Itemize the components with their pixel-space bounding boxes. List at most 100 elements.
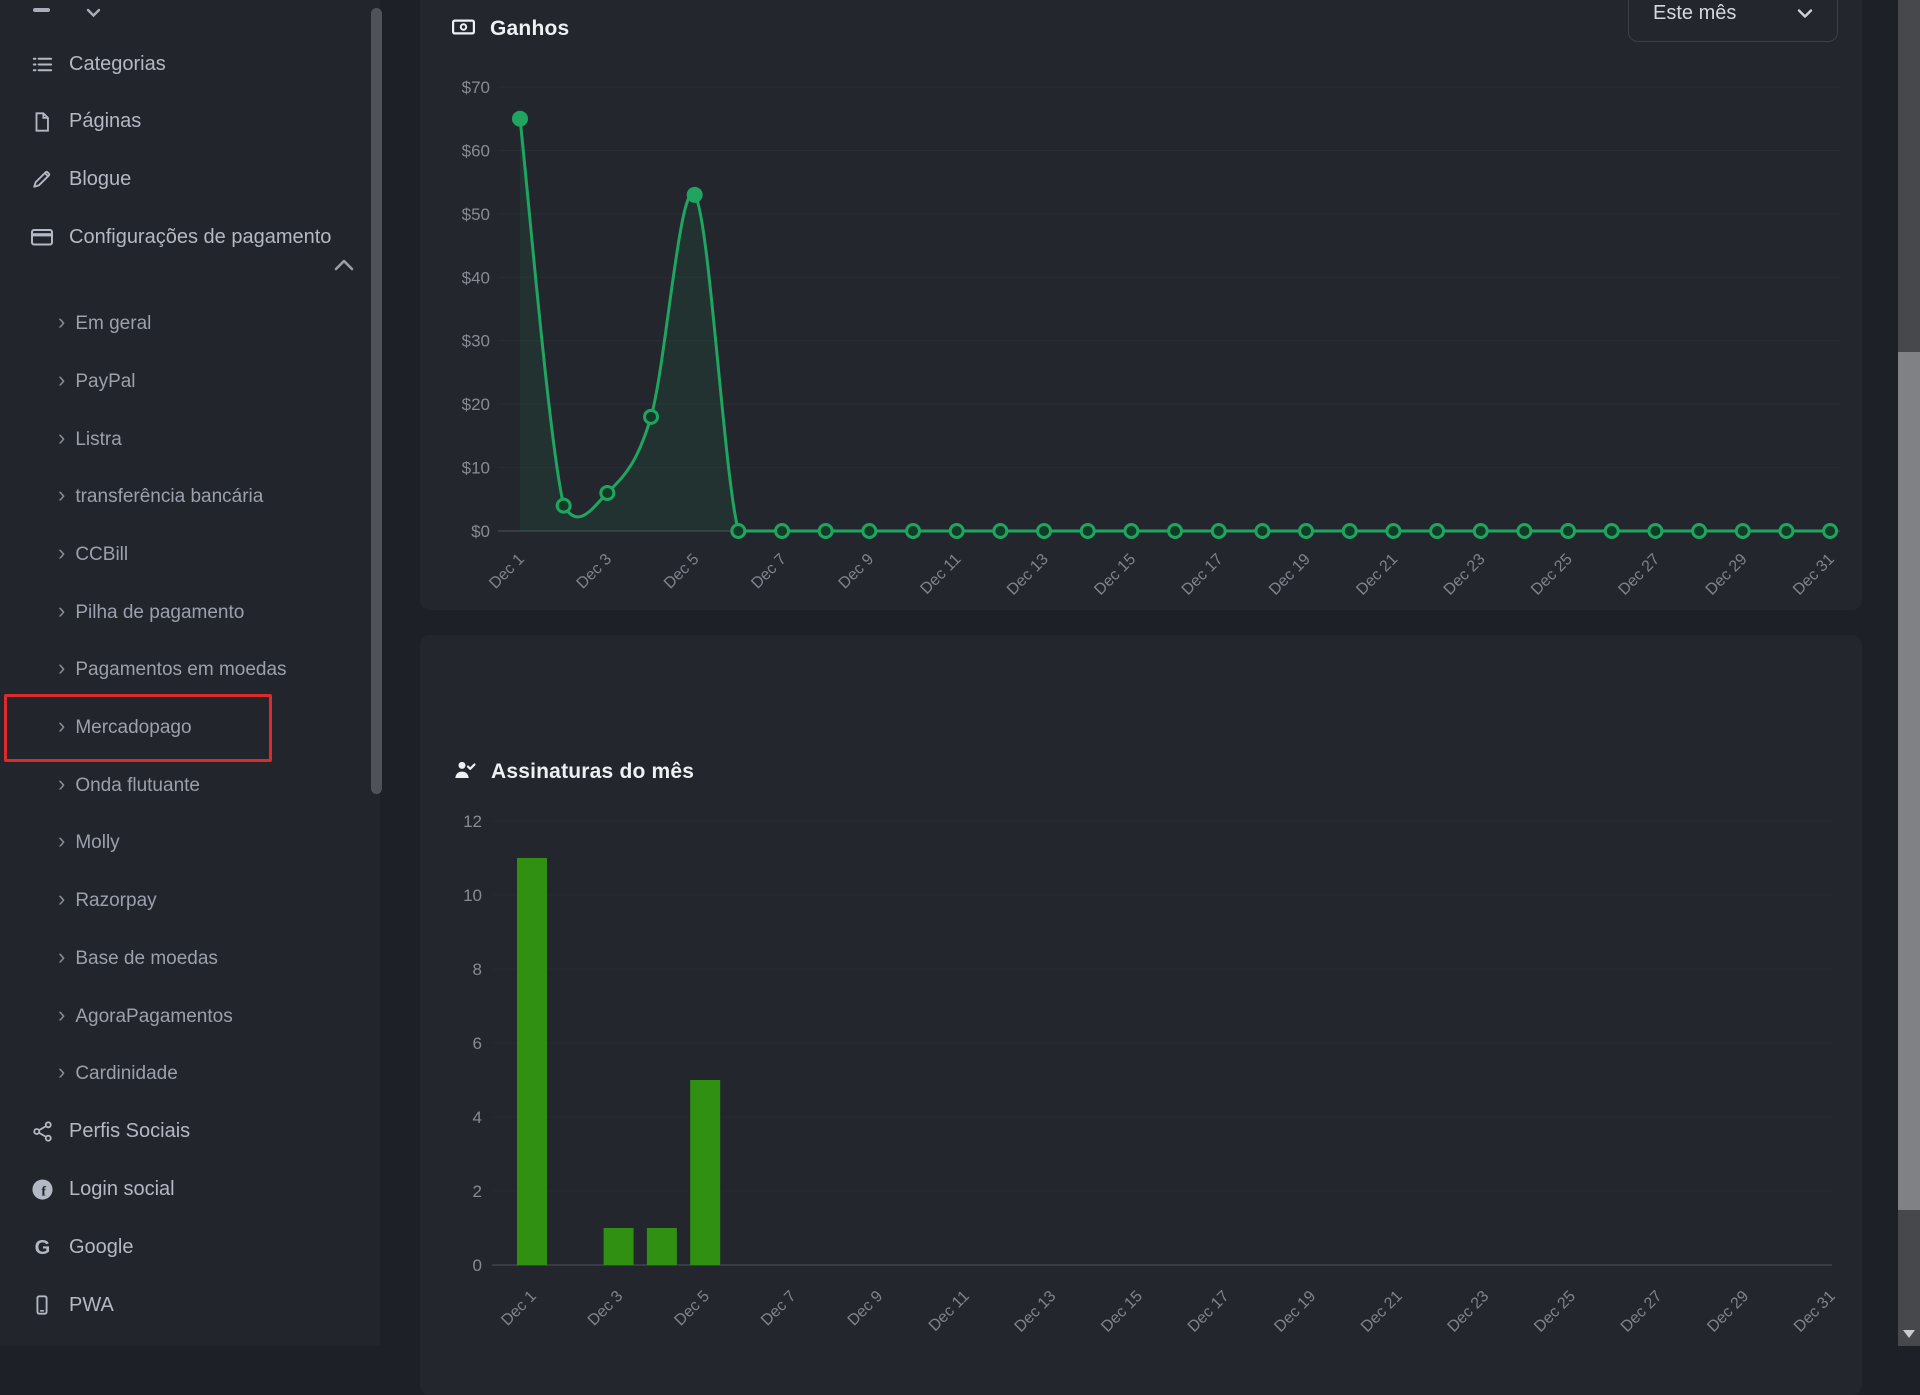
chevron-up-icon[interactable] <box>330 255 360 277</box>
page-scrollbar-down-button[interactable] <box>1898 1322 1920 1346</box>
svg-text:6: 6 <box>473 1034 482 1053</box>
svg-text:$50: $50 <box>462 205 490 224</box>
svg-text:Dec 15: Dec 15 <box>1098 1288 1146 1336</box>
svg-text:f: f <box>41 1185 46 1200</box>
chevron-right-icon: › <box>58 658 65 678</box>
subscriptions-chart: 024681012Dec 1Dec 3Dec 5Dec 7Dec 9Dec 11… <box>420 635 1862 1395</box>
chevron-right-icon: › <box>58 947 65 967</box>
svg-text:8: 8 <box>473 960 482 979</box>
svg-text:$20: $20 <box>462 395 490 414</box>
sidebar-item-ccbill[interactable]: ›CCBill <box>58 541 128 569</box>
svg-text:$70: $70 <box>462 78 490 97</box>
chevron-right-icon: › <box>58 1062 65 1082</box>
svg-text:Dec 9: Dec 9 <box>836 551 878 593</box>
svg-text:Dec 17: Dec 17 <box>1179 551 1227 599</box>
sidebar-item-pagamentos-em-moedas[interactable]: › Pagamentos em moedas <box>58 656 287 684</box>
sidebar-item-label: Login social <box>69 1178 175 1201</box>
svg-text:Dec 25: Dec 25 <box>1531 1288 1579 1336</box>
svg-text:Dec 21: Dec 21 <box>1353 551 1401 599</box>
sidebar-item-label: Páginas <box>69 110 141 133</box>
sidebar-item-paypal[interactable]: › PayPal <box>58 368 136 396</box>
sidebar-item-label: Em geral <box>75 313 151 335</box>
clipped-menu-item <box>33 4 153 20</box>
sidebar-item-config-pagamento[interactable]: Configurações de pagamento <box>30 223 331 251</box>
svg-text:Dec 31: Dec 31 <box>1790 551 1838 599</box>
chevron-fragment-icon <box>86 6 101 24</box>
sidebar-item-mercadopago[interactable]: ›Mercadopago <box>58 714 192 742</box>
sidebar-item-categorias[interactable]: Categorias <box>30 50 166 78</box>
chevron-right-icon: › <box>58 774 65 794</box>
sidebar-item-google[interactable]: GGoogle <box>30 1233 134 1261</box>
sidebar-item-em-geral[interactable]: › Em geral <box>58 310 151 338</box>
share-icon <box>30 1120 54 1144</box>
sidebar-item-blogue[interactable]: Blogue <box>30 165 131 193</box>
sidebar-item-perfis-sociais[interactable]: Perfis Sociais <box>30 1118 190 1146</box>
sidebar-item-label: Pagamentos em moedas <box>75 659 286 681</box>
sidebar-item-label: Pilha de pagamento <box>75 602 244 624</box>
sidebar-item-agorapagamentos[interactable]: ›AgoraPagamentos <box>58 1003 233 1031</box>
page-scrollbar-thumb[interactable] <box>1898 352 1920 1210</box>
subscriptions-card: Assinaturas do mês 024681012Dec 1Dec 3De… <box>420 635 1862 1395</box>
sidebar-item-base-de-moedas[interactable]: › Base de moedas <box>58 945 218 973</box>
svg-text:2: 2 <box>473 1182 482 1201</box>
svg-text:$10: $10 <box>462 459 490 478</box>
sidebar-item-cardinidade[interactable]: ›Cardinidade <box>58 1060 178 1088</box>
chevron-right-icon: › <box>58 428 65 448</box>
svg-text:Dec 3: Dec 3 <box>585 1288 627 1330</box>
svg-text:Dec 11: Dec 11 <box>926 1288 973 1335</box>
svg-text:$40: $40 <box>462 268 490 287</box>
sidebar-item-label: transferência bancária <box>75 486 263 508</box>
sidebar-item-transferencia-bancaria[interactable]: › transferência bancária <box>58 483 263 511</box>
svg-text:Dec 19: Dec 19 <box>1266 551 1314 599</box>
sidebar-item-listra[interactable]: › Listra <box>58 426 122 454</box>
svg-text:Dec 7: Dec 7 <box>758 1288 800 1330</box>
svg-text:Dec 13: Dec 13 <box>1012 1288 1060 1336</box>
svg-text:$60: $60 <box>462 141 490 160</box>
svg-text:Dec 21: Dec 21 <box>1358 1288 1406 1336</box>
sidebar-item-label: CCBill <box>75 544 128 566</box>
sidebar-item-paginas[interactable]: Páginas <box>30 108 141 136</box>
svg-text:Dec 25: Dec 25 <box>1528 551 1576 599</box>
chevron-right-icon: › <box>58 312 65 332</box>
sidebar-item-label: Onda flutuante <box>75 775 200 797</box>
svg-text:Dec 23: Dec 23 <box>1441 551 1489 599</box>
svg-text:Dec 17: Dec 17 <box>1185 1288 1233 1336</box>
sidebar: Categorias Páginas Blogue Configurações de … <box>0 0 380 1346</box>
svg-text:4: 4 <box>473 1108 482 1127</box>
sidebar-item-label: Listra <box>75 429 121 451</box>
svg-text:Dec 31: Dec 31 <box>1791 1288 1839 1336</box>
svg-text:$0: $0 <box>471 522 490 541</box>
app-root: Categorias Páginas Blogue Configurações de … <box>0 0 1920 1346</box>
sidebar-item-pilha-de-pagamento[interactable]: › Pilha de pagamento <box>58 599 244 627</box>
sidebar-item-label: Blogue <box>69 168 131 191</box>
sidebar-item-razorpay[interactable]: ›Razorpay <box>58 887 157 915</box>
pencil-icon <box>30 167 54 191</box>
svg-text:Dec 7: Dec 7 <box>748 551 790 593</box>
sidebar-scrollbar-thumb[interactable] <box>371 8 382 794</box>
scroll-down-arrow-icon <box>1903 1330 1915 1338</box>
sidebar-item-label: Base de moedas <box>75 948 218 970</box>
svg-text:Dec 1: Dec 1 <box>486 551 528 593</box>
sidebar-item-label: PayPal <box>75 371 135 393</box>
chevron-right-icon: › <box>58 485 65 505</box>
sidebar-item-login-social[interactable]: f Login social <box>30 1176 175 1204</box>
svg-text:12: 12 <box>463 812 482 831</box>
sidebar-item-pwa[interactable]: PWA <box>30 1291 114 1319</box>
sidebar-item-label: Google <box>69 1236 134 1259</box>
sidebar-item-onda-flutuante[interactable]: › Onda flutuante <box>58 772 200 800</box>
earnings-chart: $0$10$20$30$40$50$60$70Dec 1Dec 3Dec 5De… <box>420 0 1862 610</box>
svg-text:Dec 13: Dec 13 <box>1004 551 1052 599</box>
minus-icon <box>33 8 50 12</box>
svg-text:Dec 23: Dec 23 <box>1445 1288 1493 1336</box>
chevron-right-icon: › <box>58 601 65 621</box>
sidebar-item-label: Mercadopago <box>75 717 191 739</box>
svg-text:Dec 19: Dec 19 <box>1271 1288 1319 1336</box>
svg-text:Dec 27: Dec 27 <box>1618 1288 1666 1336</box>
svg-text:0: 0 <box>473 1256 482 1275</box>
sidebar-item-label: Perfis Sociais <box>69 1120 190 1143</box>
chevron-right-icon: › <box>58 370 65 390</box>
svg-text:Dec 27: Dec 27 <box>1615 551 1663 599</box>
svg-text:Dec 5: Dec 5 <box>671 1288 713 1330</box>
svg-text:Dec 29: Dec 29 <box>1703 551 1751 599</box>
sidebar-item-molly[interactable]: ›Molly <box>58 829 120 857</box>
